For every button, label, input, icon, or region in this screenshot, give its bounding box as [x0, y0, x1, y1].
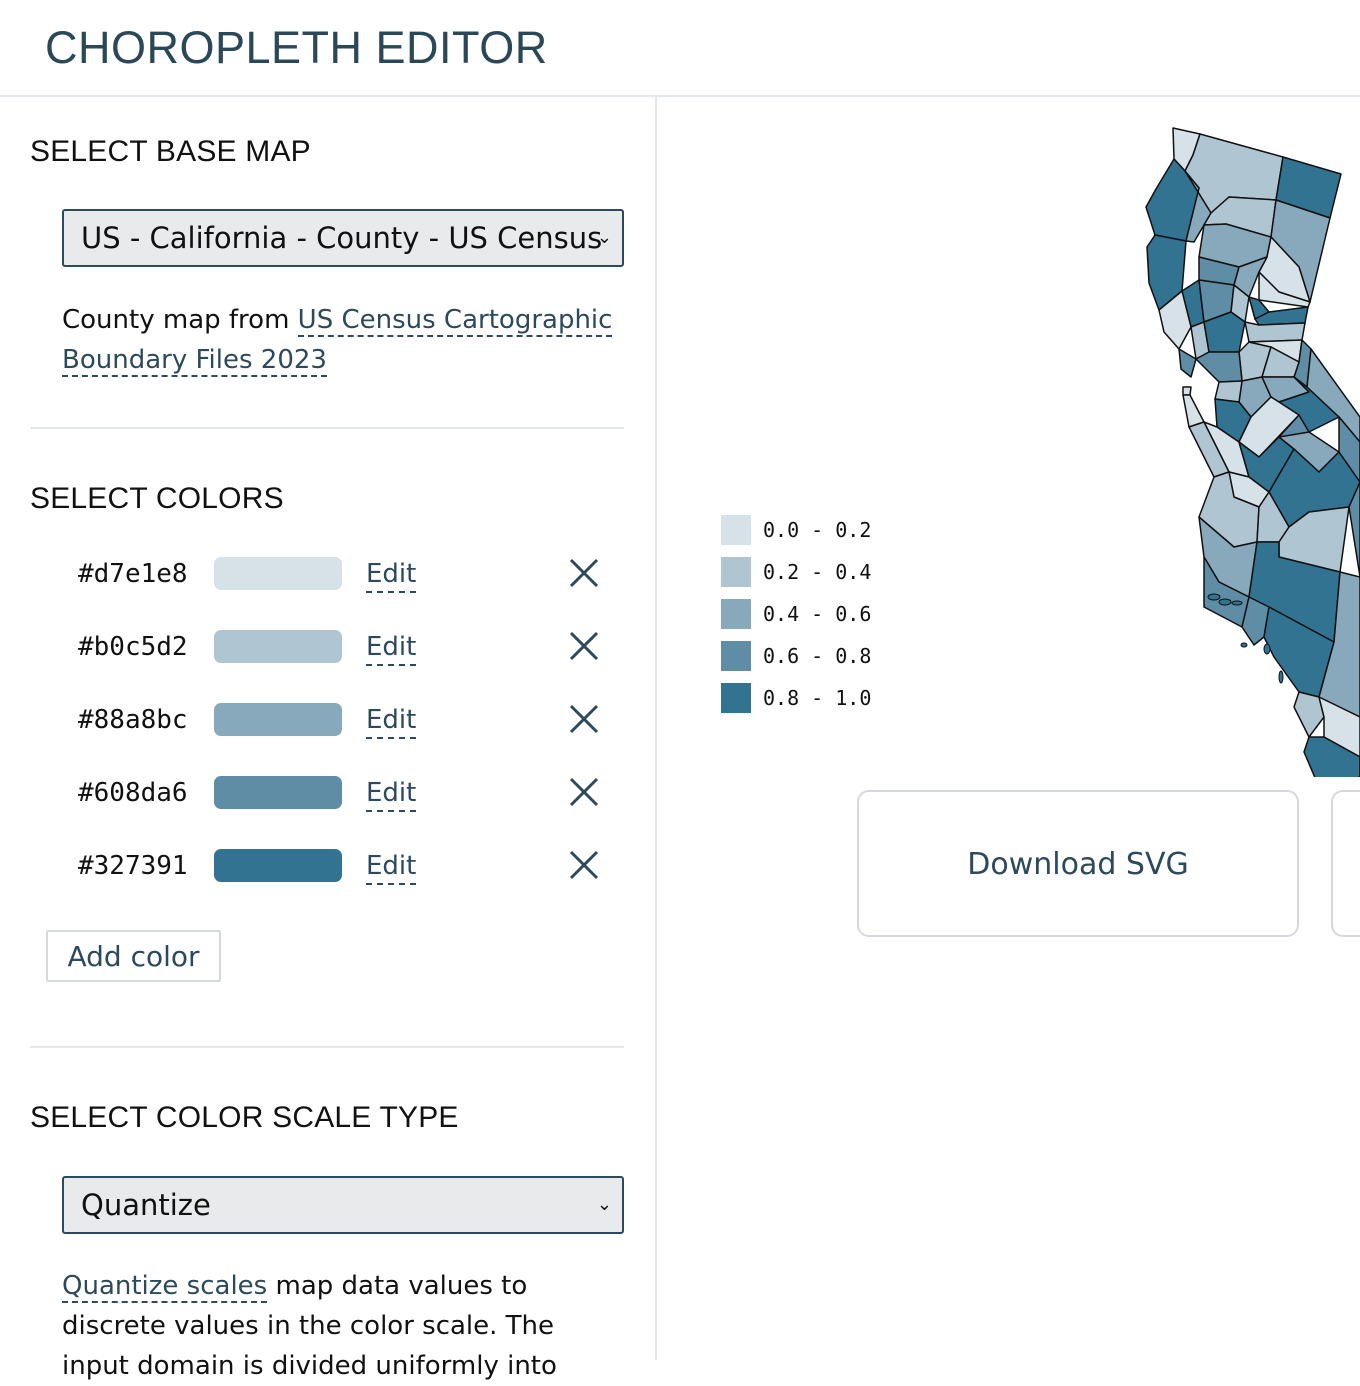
description-text: input domain is divided uniformly into: [62, 1351, 557, 1381]
legend-swatch: [721, 641, 751, 671]
color-swatch[interactable]: [214, 557, 342, 590]
edit-color-link[interactable]: Edit: [366, 557, 417, 593]
scale-type-select-value: Quantize: [81, 1188, 211, 1222]
scale-type-description: Quantize scales map data values to discr…: [62, 1266, 622, 1386]
census-source-link-cont[interactable]: Boundary Files 2023: [62, 345, 327, 377]
section-title-scale-type: SELECT COLOR SCALE TYPE: [30, 1101, 459, 1134]
color-hex-label: #d7e1e8: [78, 559, 188, 589]
county-marin[interactable]: [1178, 348, 1197, 378]
island-shape: [1278, 670, 1284, 684]
legend-swatch: [721, 683, 751, 713]
edit-color-link[interactable]: Edit: [366, 703, 417, 739]
description-text: map data values to: [267, 1271, 528, 1301]
description-text: discrete values in the color scale. The: [62, 1311, 555, 1341]
remove-color-button[interactable]: [568, 557, 600, 589]
download-secondary-button[interactable]: [1331, 790, 1360, 937]
choropleth-map: [1145, 127, 1360, 777]
color-swatch[interactable]: [214, 776, 342, 809]
legend-swatch: [721, 557, 751, 587]
county-san-mateo[interactable]: [1182, 394, 1205, 428]
legend-label: 0.6 - 0.8: [763, 644, 872, 668]
legend-label: 0.0 - 0.2: [763, 518, 872, 542]
app-title: CHOROPLETH EDITOR: [45, 22, 548, 73]
quantize-scales-link[interactable]: Quantize scales: [62, 1271, 268, 1303]
base-map-description: County map from US Census Cartographic Bo…: [62, 300, 622, 380]
close-icon: [569, 850, 599, 880]
color-hex-label: #608da6: [78, 778, 188, 808]
color-swatch[interactable]: [214, 703, 342, 736]
remove-color-button[interactable]: [568, 849, 600, 881]
section-title-colors: SELECT COLORS: [30, 482, 284, 515]
color-row: #327391 Edit: [78, 849, 624, 889]
county-placer[interactable]: [1244, 321, 1306, 343]
legend-item: 0.0 - 0.2: [721, 515, 921, 545]
section-divider: [30, 1046, 624, 1048]
chevron-down-icon: ⌄: [596, 227, 612, 248]
legend-item: 0.8 - 1.0: [721, 683, 921, 713]
color-swatch[interactable]: [214, 849, 342, 882]
color-swatch[interactable]: [214, 630, 342, 663]
download-svg-button[interactable]: Download SVG: [857, 790, 1299, 937]
color-row: #88a8bc Edit: [78, 703, 624, 743]
edit-color-link[interactable]: Edit: [366, 849, 417, 885]
color-row: #b0c5d2 Edit: [78, 630, 624, 670]
county-layer: [1145, 127, 1360, 777]
edit-color-link[interactable]: Edit: [366, 776, 417, 812]
island-shape: [1240, 642, 1248, 648]
scale-type-select[interactable]: Quantize ⌄: [62, 1176, 624, 1234]
legend-swatch: [721, 599, 751, 629]
section-title-base-map: SELECT BASE MAP: [30, 135, 311, 168]
chevron-down-icon: ⌄: [596, 1194, 612, 1215]
remove-color-button[interactable]: [568, 776, 600, 808]
remove-color-button[interactable]: [568, 630, 600, 662]
color-row: #d7e1e8 Edit: [78, 557, 624, 597]
close-icon: [569, 777, 599, 807]
sidebar: SELECT BASE MAP US - California - County…: [0, 97, 657, 1381]
legend-item: 0.4 - 0.6: [721, 599, 921, 629]
map-panel: 0.0 - 0.2 0.2 - 0.4 0.4 - 0.6 0.6 - 0.8 0.8 …: [659, 97, 1360, 1360]
legend-label: 0.8 - 1.0: [763, 686, 872, 710]
color-hex-label: #88a8bc: [78, 705, 188, 735]
legend-swatch: [721, 515, 751, 545]
color-row: #608da6 Edit: [78, 776, 624, 816]
legend-label: 0.4 - 0.6: [763, 602, 872, 626]
close-icon: [569, 631, 599, 661]
base-map-select[interactable]: US - California - County - US Census ⌄: [62, 209, 624, 267]
add-color-button[interactable]: Add color: [46, 930, 221, 982]
legend-label: 0.2 - 0.4: [763, 560, 872, 584]
census-source-link[interactable]: US Census Cartographic: [297, 305, 613, 337]
island-shape: [1263, 643, 1271, 655]
close-icon: [569, 558, 599, 588]
base-map-select-value: US - California - County - US Census: [81, 221, 603, 255]
color-hex-label: #327391: [78, 851, 188, 881]
legend-item: 0.2 - 0.4: [721, 557, 921, 587]
app-header: CHOROPLETH EDITOR: [0, 0, 1360, 97]
close-icon: [569, 704, 599, 734]
section-divider: [30, 427, 624, 429]
edit-color-link[interactable]: Edit: [366, 630, 417, 666]
island-shape: [1231, 600, 1243, 606]
description-text: County map from: [62, 305, 298, 335]
island-shape: [1207, 593, 1221, 601]
county-solano[interactable]: [1195, 351, 1243, 383]
legend-item: 0.6 - 0.8: [721, 641, 921, 671]
island-shape: [1218, 598, 1232, 606]
color-hex-label: #b0c5d2: [78, 632, 188, 662]
remove-color-button[interactable]: [568, 703, 600, 735]
county-san-francisco[interactable]: [1182, 386, 1192, 396]
